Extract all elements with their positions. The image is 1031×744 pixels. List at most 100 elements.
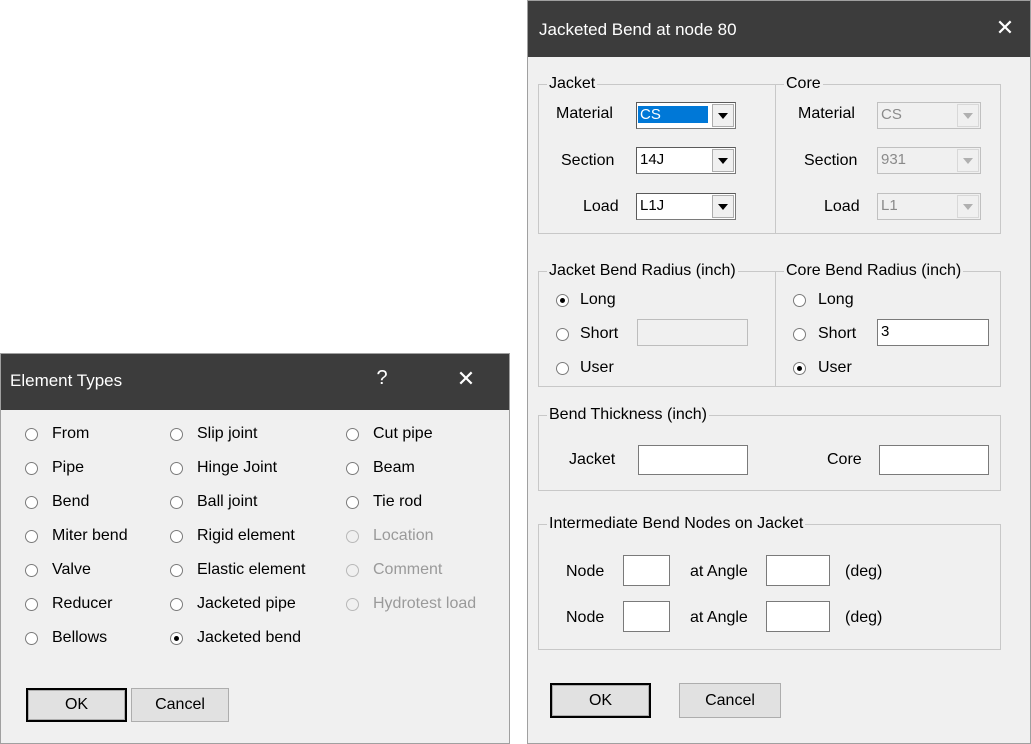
radio-label: Short bbox=[818, 325, 857, 342]
select-value: L1 bbox=[881, 197, 898, 214]
help-button[interactable]: ? bbox=[367, 367, 397, 390]
select-value: 14J bbox=[640, 151, 665, 168]
select-value: CS bbox=[638, 106, 708, 123]
radio-label: Bend bbox=[52, 493, 90, 510]
group-caption: Bend Thickness (inch) bbox=[547, 406, 709, 424]
group-caption: Core Bend Radius (inch) bbox=[784, 262, 964, 280]
angle-unit-label: (deg) bbox=[845, 563, 883, 580]
close-icon[interactable]: ✕ bbox=[451, 366, 481, 392]
radio-label: Location bbox=[373, 527, 434, 544]
thickness-jacket-input[interactable] bbox=[638, 445, 748, 475]
core-load-select: L1 bbox=[877, 193, 981, 220]
radio-button[interactable] bbox=[556, 362, 569, 375]
radio-label: Short bbox=[580, 325, 619, 342]
jacketed-bend-dialog: Jacketed Bend at node 80 ✕ Jacket Materi… bbox=[527, 0, 1031, 744]
core-section-select: 931 bbox=[877, 147, 981, 174]
radio-button[interactable] bbox=[170, 496, 183, 509]
radio-label: Bellows bbox=[52, 629, 108, 646]
jacket-load-select[interactable]: L1J bbox=[636, 193, 736, 220]
radio-label: Hinge Joint bbox=[197, 459, 278, 476]
radio-label: Jacketed pipe bbox=[197, 595, 296, 612]
thickness-core-label: Core bbox=[827, 451, 862, 468]
jacket-load-label: Load bbox=[583, 198, 619, 215]
thickness-jacket-label: Jacket bbox=[569, 451, 616, 468]
radio-button[interactable] bbox=[170, 530, 183, 543]
radio-button bbox=[346, 598, 359, 611]
angle-input[interactable] bbox=[766, 601, 830, 632]
radio-label: From bbox=[52, 425, 90, 442]
core-short-radius-input[interactable]: 3 bbox=[877, 319, 989, 346]
jacket-material-select[interactable]: CS bbox=[636, 102, 736, 129]
radio-label: Reducer bbox=[52, 595, 113, 612]
chevron-down-icon bbox=[957, 195, 979, 218]
radio-button[interactable] bbox=[25, 496, 38, 509]
node-input[interactable] bbox=[623, 601, 670, 632]
radio-button[interactable] bbox=[556, 328, 569, 341]
chevron-down-icon[interactable] bbox=[712, 149, 734, 172]
radio-label: Long bbox=[580, 291, 616, 308]
radio-label: Elastic element bbox=[197, 561, 306, 578]
radio-button[interactable] bbox=[170, 632, 183, 645]
radio-button[interactable] bbox=[25, 530, 38, 543]
jacket-section-label: Section bbox=[561, 152, 615, 169]
jacket-section-select[interactable]: 14J bbox=[636, 147, 736, 174]
node-input[interactable] bbox=[623, 555, 670, 586]
radio-button[interactable] bbox=[25, 428, 38, 441]
core-material-select: CS bbox=[877, 102, 981, 129]
radio-label: Rigid element bbox=[197, 527, 295, 544]
radio-label: Beam bbox=[373, 459, 415, 476]
group-caption: Core bbox=[784, 75, 823, 93]
radio-button[interactable] bbox=[170, 428, 183, 441]
radio-button[interactable] bbox=[170, 598, 183, 611]
radio-button[interactable] bbox=[25, 632, 38, 645]
angle-unit-label: (deg) bbox=[845, 609, 883, 626]
angle-input[interactable] bbox=[766, 555, 830, 586]
radio-label: Ball joint bbox=[197, 493, 258, 510]
radio-label: Cut pipe bbox=[373, 425, 433, 442]
group-caption: Jacket Bend Radius (inch) bbox=[547, 262, 738, 280]
select-value: CS bbox=[881, 106, 902, 123]
node-label: Node bbox=[566, 563, 605, 580]
input-value: 3 bbox=[881, 323, 890, 340]
element-types-dialog: Element Types ? ✕ From Pipe Bend Miter b… bbox=[0, 353, 510, 744]
radio-button[interactable] bbox=[793, 328, 806, 341]
select-value: 931 bbox=[881, 151, 907, 168]
group-caption: Intermediate Bend Nodes on Jacket bbox=[547, 515, 806, 533]
radio-button bbox=[346, 564, 359, 577]
group-caption: Jacket bbox=[547, 75, 598, 93]
radio-button[interactable] bbox=[556, 294, 569, 307]
radio-label: Slip joint bbox=[197, 425, 258, 442]
radio-button[interactable] bbox=[793, 294, 806, 307]
radio-button[interactable] bbox=[346, 496, 359, 509]
radio-button[interactable] bbox=[25, 462, 38, 475]
chevron-down-icon[interactable] bbox=[712, 104, 734, 127]
radio-label: Long bbox=[818, 291, 854, 308]
core-section-label: Section bbox=[804, 152, 858, 169]
ok-button[interactable]: OK bbox=[550, 683, 651, 718]
radio-button[interactable] bbox=[793, 362, 806, 375]
radio-button[interactable] bbox=[25, 598, 38, 611]
cancel-button[interactable]: Cancel bbox=[679, 683, 781, 718]
cancel-button[interactable]: Cancel bbox=[131, 688, 229, 722]
thickness-core-input[interactable] bbox=[879, 445, 989, 475]
element-types-titlebar: Element Types ? ✕ bbox=[1, 354, 509, 410]
dialog-title: Jacketed Bend at node 80 bbox=[539, 20, 737, 39]
radio-button[interactable] bbox=[170, 564, 183, 577]
radio-label: Comment bbox=[373, 561, 443, 578]
radio-button[interactable] bbox=[346, 428, 359, 441]
angle-label: at Angle bbox=[690, 609, 748, 626]
core-material-label: Material bbox=[798, 105, 855, 122]
ok-button[interactable]: OK bbox=[26, 688, 127, 722]
radio-label: Hydrotest load bbox=[373, 595, 477, 612]
radio-label: User bbox=[818, 359, 852, 376]
chevron-down-icon[interactable] bbox=[712, 195, 734, 218]
close-icon[interactable]: ✕ bbox=[990, 15, 1020, 41]
radio-label: Tie rod bbox=[373, 493, 423, 510]
radio-button[interactable] bbox=[170, 462, 183, 475]
chevron-down-icon bbox=[957, 104, 979, 127]
radio-button[interactable] bbox=[25, 564, 38, 577]
radio-button[interactable] bbox=[346, 462, 359, 475]
angle-label: at Angle bbox=[690, 563, 748, 580]
chevron-down-icon bbox=[957, 149, 979, 172]
core-load-label: Load bbox=[824, 198, 860, 215]
